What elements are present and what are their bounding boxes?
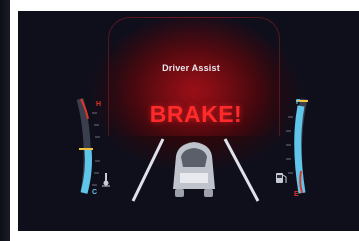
dashboard-bezel	[0, 0, 10, 241]
right-gauge-high-label: F	[296, 99, 301, 106]
right-gauge-low-label: E	[294, 191, 299, 198]
car-icon	[173, 142, 215, 197]
lane-line-left	[131, 138, 165, 202]
coolant-temperature-icon	[102, 173, 110, 187]
instrument-cluster-display: Driver Assist BRAKE! H C F E	[18, 11, 359, 231]
left-gauge-low-label: C	[92, 189, 97, 196]
right-gauge: F E	[276, 98, 308, 198]
fuel-pump-icon	[276, 173, 287, 183]
left-gauge-high-label: H	[96, 101, 101, 108]
cluster-graphics: H C F E	[76, 98, 308, 202]
lane-line-right	[223, 138, 260, 202]
photo-frame: Driver Assist BRAKE! H C F E	[0, 0, 359, 241]
left-gauge: H C	[76, 98, 110, 196]
